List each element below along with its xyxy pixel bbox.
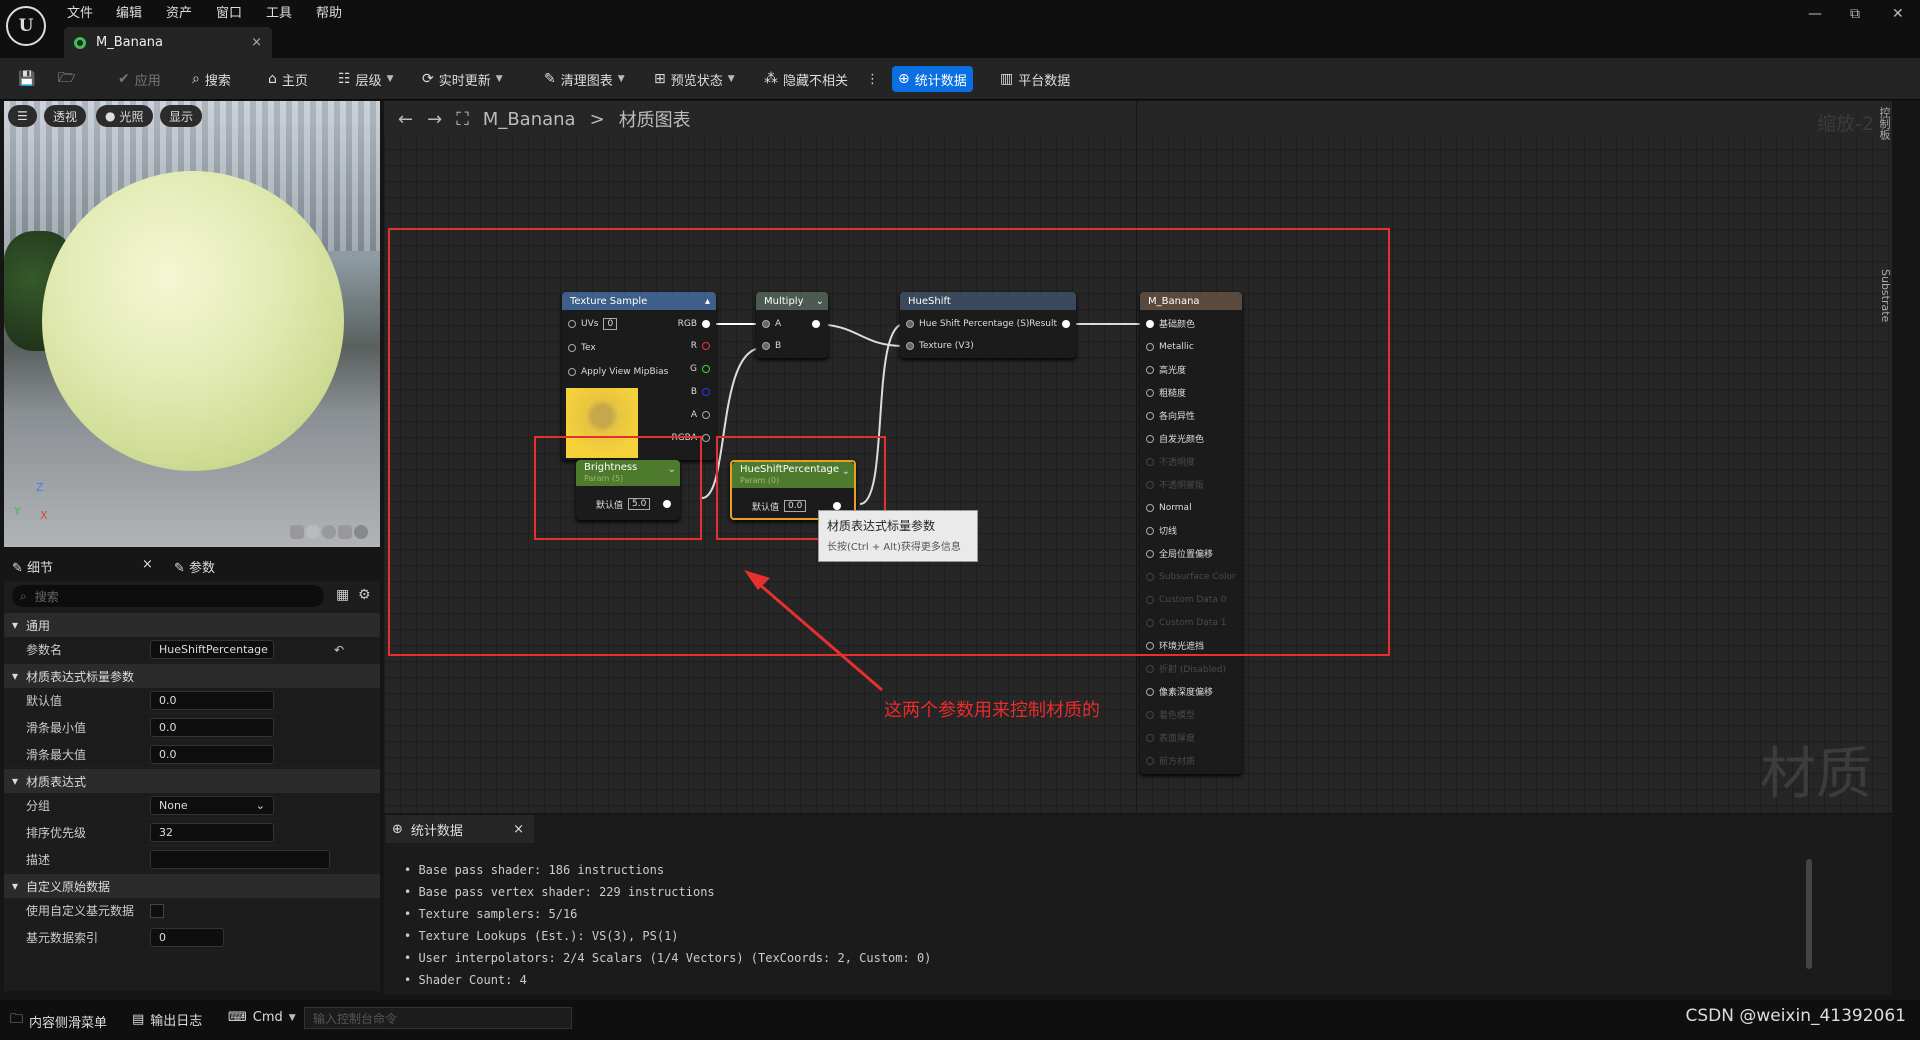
stats-list: • Base pass shader: 186 instructions • Ba… [404, 859, 931, 991]
stats-icon: ⊕ [392, 821, 403, 837]
stats-line: • Texture Lookups (Est.): VS(3), PS(1) [404, 929, 679, 943]
stats-tab-label: 统计数据 [410, 823, 463, 839]
output-log-icon: ▤ [132, 1012, 145, 1027]
status-bar: 🗀 内容侧滑菜单 ▤ 输出日志 ⌨ Cmd ▼ 输入控制台命令 CSDN @weixin… [0, 1000, 1920, 1040]
stats-tab[interactable]: ⊕ 统计数据 × [386, 815, 534, 843]
stats-scrollbar[interactable] [1806, 859, 1812, 969]
console-input[interactable]: 输入控制台命令 [304, 1007, 572, 1029]
csdn-watermark: CSDN @weixin_41392061 [1685, 1006, 1906, 1026]
stats-line: • Base pass shader: 186 instructions [404, 863, 665, 877]
content-drawer-label: 内容侧滑菜单 [29, 1015, 108, 1031]
stats-line: • Base pass vertex shader: 229 instructi… [404, 885, 715, 899]
content-drawer-button[interactable]: 🗀 内容侧滑菜单 [10, 1010, 107, 1032]
stats-line: • Shader Count: 4 [404, 973, 527, 987]
cmd-dropdown[interactable]: ⌨ Cmd ▼ [228, 1010, 296, 1025]
node-tooltip: 材质表达式标量参数 长按(Ctrl + Alt)获得更多信息 [818, 510, 978, 562]
cmd-label: Cmd [252, 1010, 283, 1025]
output-log-button[interactable]: ▤ 输出日志 [132, 1010, 202, 1029]
tooltip-title: 材质表达式标量参数 [827, 519, 936, 533]
stats-panel: ⊕ 统计数据 × • Base pass shader: 186 instruc… [384, 815, 1892, 995]
tooltip-hint: 长按(Ctrl + Alt)获得更多信息 [827, 542, 961, 553]
close-stats-icon[interactable]: × [513, 822, 524, 837]
console-placeholder: 输入控制台命令 [313, 1011, 398, 1026]
stats-line: • User interpolators: 2/4 Scalars (1/4 V… [404, 951, 932, 965]
chevron-down-icon: ▼ [288, 1012, 296, 1023]
content-drawer-icon: 🗀 [10, 1012, 24, 1027]
stats-line: • Texture samplers: 5/16 [404, 907, 578, 921]
cmd-icon: ⌨ [228, 1010, 247, 1025]
annotation-text: 这两个参数用来控制材质的 [884, 700, 1100, 721]
output-log-label: 输出日志 [150, 1014, 203, 1029]
